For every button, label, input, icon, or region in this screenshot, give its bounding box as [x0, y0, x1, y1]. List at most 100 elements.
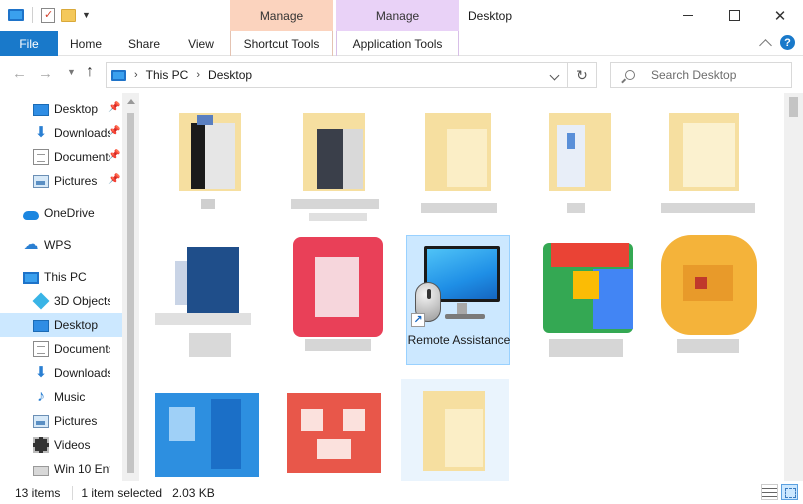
file-item[interactable]	[407, 105, 511, 235]
navigation-pane: Desktop 📌 Downloads 📌 Documents 📌 Pictur…	[0, 93, 122, 481]
breadcrumb-this-pc[interactable]: This PC	[146, 68, 189, 82]
pictures-icon	[33, 415, 49, 428]
nav-item-label: Desktop	[54, 318, 99, 332]
file-item[interactable]	[659, 105, 763, 235]
file-item[interactable]	[527, 105, 631, 235]
pin-icon: 📌	[108, 174, 121, 185]
scroll-up-arrow-icon[interactable]	[127, 99, 135, 104]
file-item[interactable]	[659, 235, 763, 365]
minimize-button[interactable]	[665, 0, 711, 31]
nav-item-label: Win 10 Ent x64	[54, 462, 110, 476]
desktop-icon	[33, 104, 49, 116]
ribbon-right-controls: ?	[759, 35, 795, 52]
scrollbar-thumb[interactable]	[789, 97, 798, 117]
file-item[interactable]	[155, 235, 261, 365]
scrollbar-thumb[interactable]	[127, 113, 134, 473]
selection-size: 2.03 KB	[172, 485, 215, 500]
wps-cloud-icon	[23, 237, 39, 253]
pixelated-thumbnail	[289, 105, 393, 235]
pixelated-thumbnail	[155, 235, 261, 365]
navigation-bar: ← → ▼ ↑ › This PC › Desktop ↻ Search Des…	[0, 57, 803, 93]
file-item[interactable]	[537, 235, 641, 365]
nav-item-label: OneDrive	[44, 206, 95, 220]
help-icon[interactable]: ?	[780, 35, 795, 50]
large-icons-view-icon[interactable]	[781, 484, 798, 500]
collapse-ribbon-icon[interactable]	[759, 38, 772, 52]
file-item[interactable]	[169, 105, 273, 235]
shortcut-arrow-icon: ↗	[411, 313, 425, 327]
nav-item-label: Pictures	[54, 414, 98, 428]
nav-item-win10-drive[interactable]: Win 10 Ent x64	[0, 457, 122, 481]
videos-icon	[33, 437, 49, 453]
nav-item-quick-pictures[interactable]: Pictures 📌	[0, 169, 122, 193]
forward-arrow-icon[interactable]: →	[38, 65, 53, 82]
nav-item-label: Pictures	[54, 174, 98, 188]
maximize-button[interactable]	[711, 0, 757, 31]
nav-item-documents[interactable]: Documents	[0, 337, 122, 361]
address-bar[interactable]: › This PC › Desktop	[106, 62, 568, 88]
file-item[interactable]	[401, 379, 509, 481]
search-box[interactable]: Search Desktop	[610, 62, 792, 88]
customize-toolbar-chevron-icon[interactable]: ▼	[82, 10, 91, 20]
nav-item-label: Videos	[54, 438, 91, 452]
nav-item-onedrive[interactable]: OneDrive	[0, 201, 122, 225]
refresh-button[interactable]: ↻	[568, 62, 597, 88]
up-arrow-icon[interactable]: ↑	[86, 63, 94, 81]
file-item-remote-assistance[interactable]: ↗ Remote Assistance	[406, 235, 510, 365]
nav-item-quick-downloads[interactable]: Downloads 📌	[0, 121, 122, 145]
tab-home[interactable]: Home	[58, 31, 114, 56]
recent-locations-chevron-icon[interactable]: ▼	[67, 67, 76, 77]
nav-item-quick-desktop[interactable]: Desktop 📌	[0, 97, 122, 121]
item-count: 13 items	[15, 485, 61, 500]
navigation-pane-scrollbar[interactable]	[122, 93, 139, 481]
back-arrow-icon[interactable]: ←	[12, 65, 27, 82]
nav-item-wps[interactable]: WPS	[0, 233, 122, 257]
file-item[interactable]	[285, 389, 389, 481]
nav-item-downloads[interactable]: Downloads	[0, 361, 122, 385]
pixelated-thumbnail	[659, 235, 763, 365]
pictures-icon	[33, 175, 49, 188]
pin-icon: 📌	[108, 150, 121, 161]
nav-item-pictures[interactable]: Pictures	[0, 409, 122, 433]
tab-share[interactable]: Share	[114, 31, 174, 56]
onedrive-icon	[23, 210, 39, 220]
toolbar-divider	[32, 7, 33, 23]
breadcrumb-chevron-icon[interactable]: ›	[196, 69, 200, 81]
context-label-manage-shortcut: Manage	[230, 0, 333, 31]
close-button[interactable]: ✕	[757, 0, 803, 31]
details-view-icon[interactable]	[761, 484, 778, 500]
nav-item-label: Music	[54, 390, 86, 404]
drive-icon	[33, 465, 49, 476]
pixelated-thumbnail	[169, 105, 273, 235]
nav-item-music[interactable]: Music	[0, 385, 122, 409]
pixelated-thumbnail	[407, 105, 511, 235]
computer-icon	[8, 9, 24, 21]
address-history-chevron-icon[interactable]	[549, 70, 560, 81]
nav-item-quick-documents[interactable]: Documents 📌	[0, 145, 122, 169]
file-list-scrollbar[interactable]	[784, 93, 803, 481]
search-icon	[625, 70, 635, 80]
tab-view[interactable]: View	[174, 31, 228, 56]
view-switcher	[761, 484, 798, 500]
properties-icon[interactable]	[41, 7, 55, 23]
nav-item-this-pc[interactable]: This PC	[0, 265, 122, 289]
computer-icon	[111, 69, 126, 81]
breadcrumb-desktop[interactable]: Desktop	[208, 68, 252, 82]
tab-application-tools[interactable]: Application Tools	[336, 31, 459, 56]
tab-file[interactable]: File	[0, 31, 58, 56]
tab-shortcut-tools[interactable]: Shortcut Tools	[230, 31, 333, 56]
nav-item-label: This PC	[44, 270, 87, 284]
window-controls: ✕	[665, 0, 803, 31]
document-icon	[33, 149, 49, 165]
file-item[interactable]	[287, 235, 391, 365]
title-bar: ▼ Manage Manage Desktop ✕	[0, 0, 803, 31]
new-folder-icon[interactable]	[61, 8, 76, 22]
nav-item-3d-objects[interactable]: 3D Objects	[0, 289, 122, 313]
file-item[interactable]	[289, 105, 393, 235]
nav-item-desktop[interactable]: Desktop	[0, 313, 122, 337]
nav-item-videos[interactable]: Videos	[0, 433, 122, 457]
pixelated-thumbnail	[401, 379, 509, 481]
file-item[interactable]	[155, 389, 259, 481]
breadcrumb-chevron-icon[interactable]: ›	[134, 69, 138, 81]
computer-icon	[23, 271, 39, 284]
